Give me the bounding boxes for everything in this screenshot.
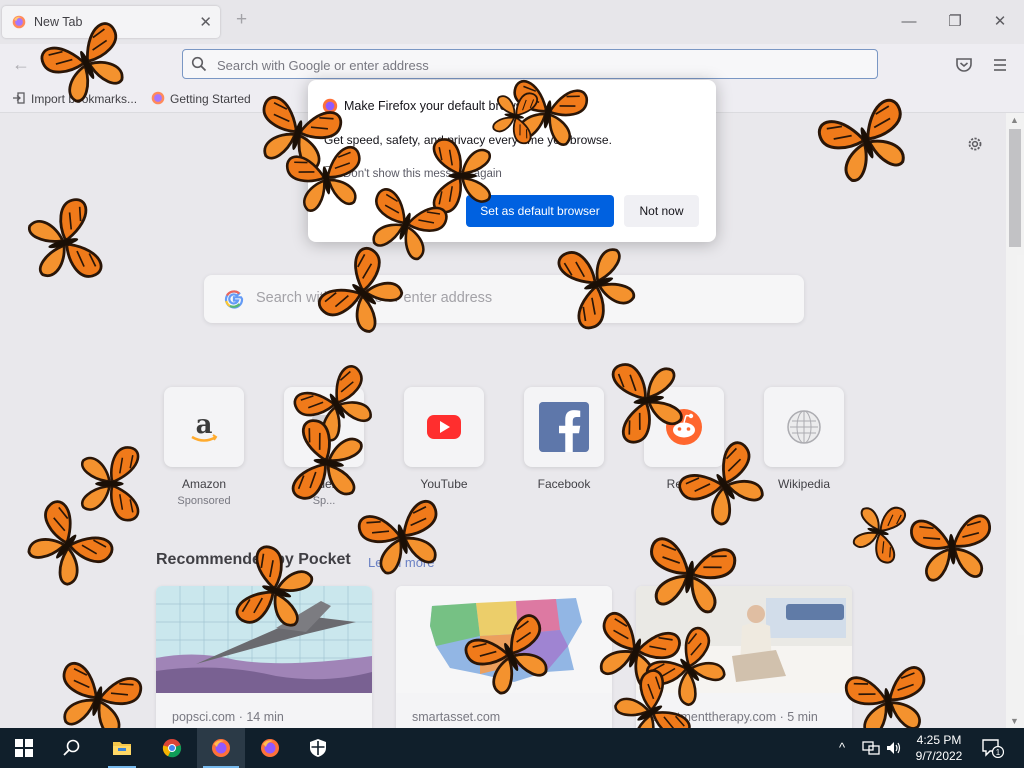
not-now-button[interactable]: Not now <box>624 195 699 227</box>
butterfly-icon <box>80 446 140 522</box>
taskbar-clock[interactable]: 4:25 PM 9/7/2022 <box>906 732 972 764</box>
tray-overflow-icon[interactable]: ^ <box>839 740 845 755</box>
search-icon <box>63 739 80 756</box>
clock-date: 9/7/2022 <box>915 749 963 763</box>
butterfly-icon <box>909 513 996 583</box>
start-button[interactable] <box>0 728 48 768</box>
chrome-icon <box>162 739 182 758</box>
taskbar-file-explorer[interactable] <box>98 728 146 768</box>
taskbar-firefox-active[interactable] <box>197 728 245 768</box>
butterfly-icon <box>610 354 686 445</box>
network-icon[interactable] <box>862 740 880 756</box>
taskbar-windows-security[interactable] <box>294 728 342 768</box>
volume-icon[interactable] <box>886 740 902 756</box>
butterfly-icon <box>641 535 739 617</box>
notification-count: 1 <box>996 748 1001 757</box>
taskbar-firefox[interactable] <box>246 728 294 768</box>
butterfly-icon <box>490 86 540 145</box>
firefox-icon <box>261 739 279 757</box>
folder-icon <box>113 742 131 755</box>
butterfly-icon <box>284 144 369 215</box>
taskbar-search-button[interactable] <box>48 728 96 768</box>
windows-logo-icon <box>15 739 33 757</box>
butterfly-icon <box>290 417 366 508</box>
taskbar-chrome[interactable] <box>148 728 196 768</box>
notification-center-icon[interactable]: 1 <box>982 738 1004 758</box>
clock-time: 4:25 PM <box>916 733 962 747</box>
shield-icon <box>310 739 326 757</box>
firefox-icon <box>212 739 230 757</box>
taskbar: ^ 4:25 PM 9/7/2022 1 <box>0 728 1024 768</box>
